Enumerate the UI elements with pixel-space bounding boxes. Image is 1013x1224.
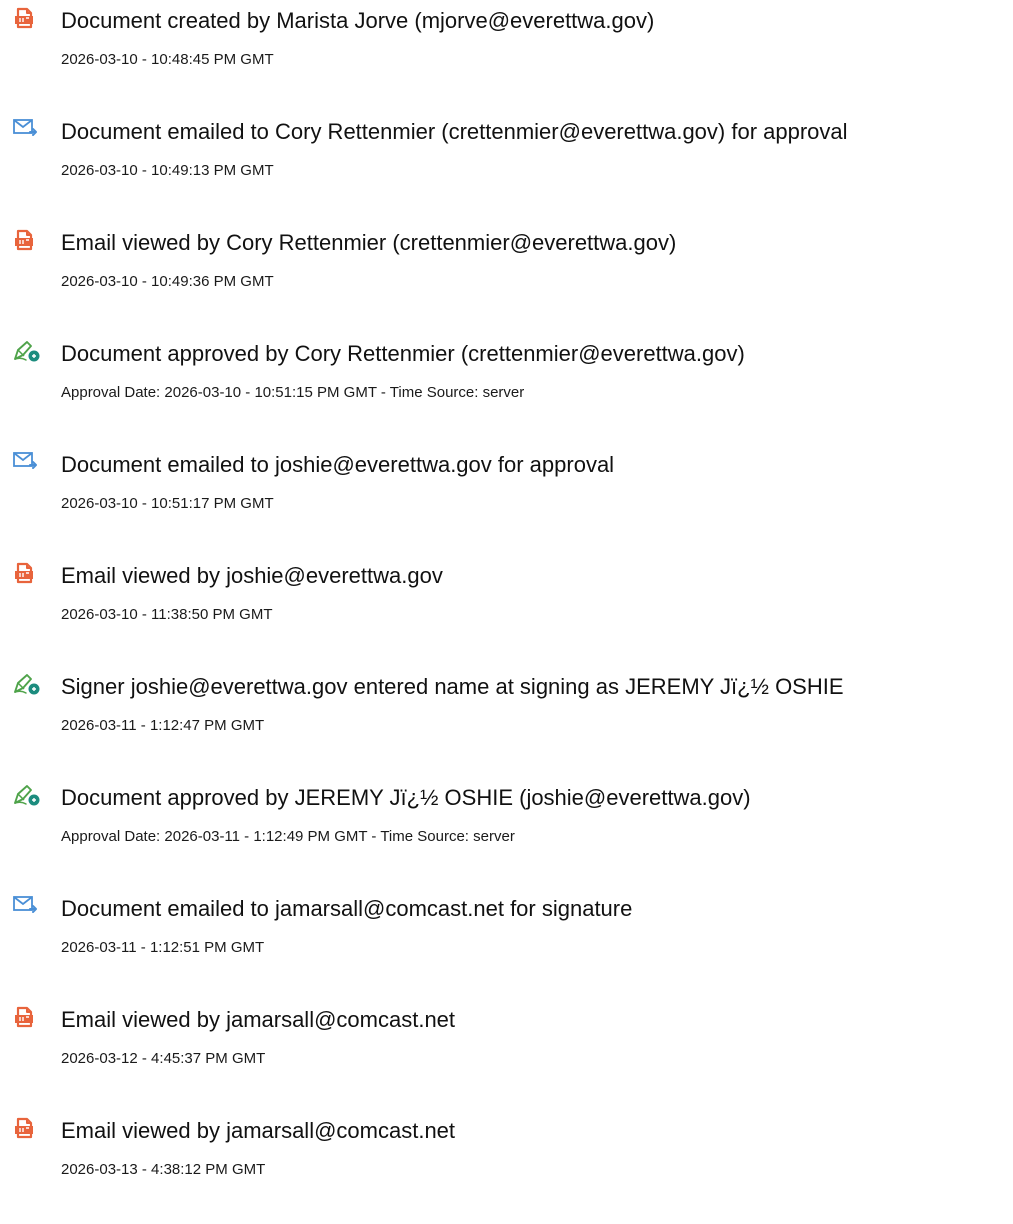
audit-entry: Document approved by JEREMY Jï¿½ OSHIE (… (0, 777, 1013, 847)
event-timestamp: Approval Date: 2026-03-11 - 1:12:49 PM G… (61, 828, 515, 845)
document-viewed-icon (12, 1005, 40, 1029)
event-timestamp: 2026-03-11 - 1:12:51 PM GMT (61, 939, 265, 956)
event-description: Signer joshie@everettwa.gov entered name… (61, 674, 844, 699)
audit-entry: Email viewed by jamarsall@comcast.net 20… (0, 999, 1013, 1069)
event-description: Document approved by JEREMY Jï¿½ OSHIE (… (61, 785, 751, 810)
event-timestamp: Approval Date: 2026-03-10 - 10:51:15 PM … (61, 384, 525, 401)
event-timestamp: 2026-03-12 - 4:45:37 PM GMT (61, 1050, 266, 1067)
event-description: Document emailed to jamarsall@comcast.ne… (61, 896, 633, 921)
audit-entry: Document created by Marista Jorve (mjorv… (0, 0, 1013, 70)
event-description: Email viewed by Cory Rettenmier (cretten… (61, 230, 677, 255)
document-viewed-icon (12, 561, 40, 585)
audit-entry: Document emailed to jamarsall@comcast.ne… (0, 888, 1013, 958)
event-description: Document created by Marista Jorve (mjorv… (61, 8, 655, 33)
event-description: Document approved by Cory Rettenmier (cr… (61, 341, 745, 366)
event-timestamp: 2026-03-10 - 10:51:17 PM GMT (61, 495, 274, 512)
audit-entry: Document emailed to Cory Rettenmier (cre… (0, 111, 1013, 181)
document-created-icon (12, 6, 40, 30)
event-description: Document emailed to joshie@everettwa.gov… (61, 452, 615, 477)
document-viewed-icon (12, 1116, 40, 1140)
audit-entry: Email viewed by jamarsall@comcast.net 20… (0, 1110, 1013, 1180)
email-sent-icon (12, 450, 40, 474)
audit-entry: Signer joshie@everettwa.gov entered name… (0, 666, 1013, 736)
audit-entry: Document emailed to joshie@everettwa.gov… (0, 444, 1013, 514)
event-timestamp: 2026-03-10 - 10:49:36 PM GMT (61, 273, 274, 290)
audit-entry: Email viewed by Cory Rettenmier (cretten… (0, 222, 1013, 292)
audit-entry: Email viewed by joshie@everettwa.gov 202… (0, 555, 1013, 625)
pen-approved-icon (12, 783, 40, 807)
document-viewed-icon (12, 228, 40, 252)
event-description: Email viewed by joshie@everettwa.gov (61, 563, 443, 588)
event-timestamp: 2026-03-13 - 4:38:12 PM GMT (61, 1161, 266, 1178)
event-timestamp: 2026-03-11 - 1:12:47 PM GMT (61, 717, 265, 734)
email-sent-icon (12, 117, 40, 141)
event-description: Email viewed by jamarsall@comcast.net (61, 1118, 456, 1143)
email-sent-icon (12, 894, 40, 918)
event-description: Email viewed by jamarsall@comcast.net (61, 1007, 456, 1032)
pen-approved-icon (12, 672, 40, 696)
pen-approved-icon (12, 339, 40, 363)
event-timestamp: 2026-03-10 - 10:48:45 PM GMT (61, 51, 274, 68)
event-timestamp: 2026-03-10 - 11:38:50 PM GMT (61, 606, 273, 623)
event-description: Document emailed to Cory Rettenmier (cre… (61, 119, 848, 144)
audit-entry: Document approved by Cory Rettenmier (cr… (0, 333, 1013, 403)
event-timestamp: 2026-03-10 - 10:49:13 PM GMT (61, 162, 274, 179)
